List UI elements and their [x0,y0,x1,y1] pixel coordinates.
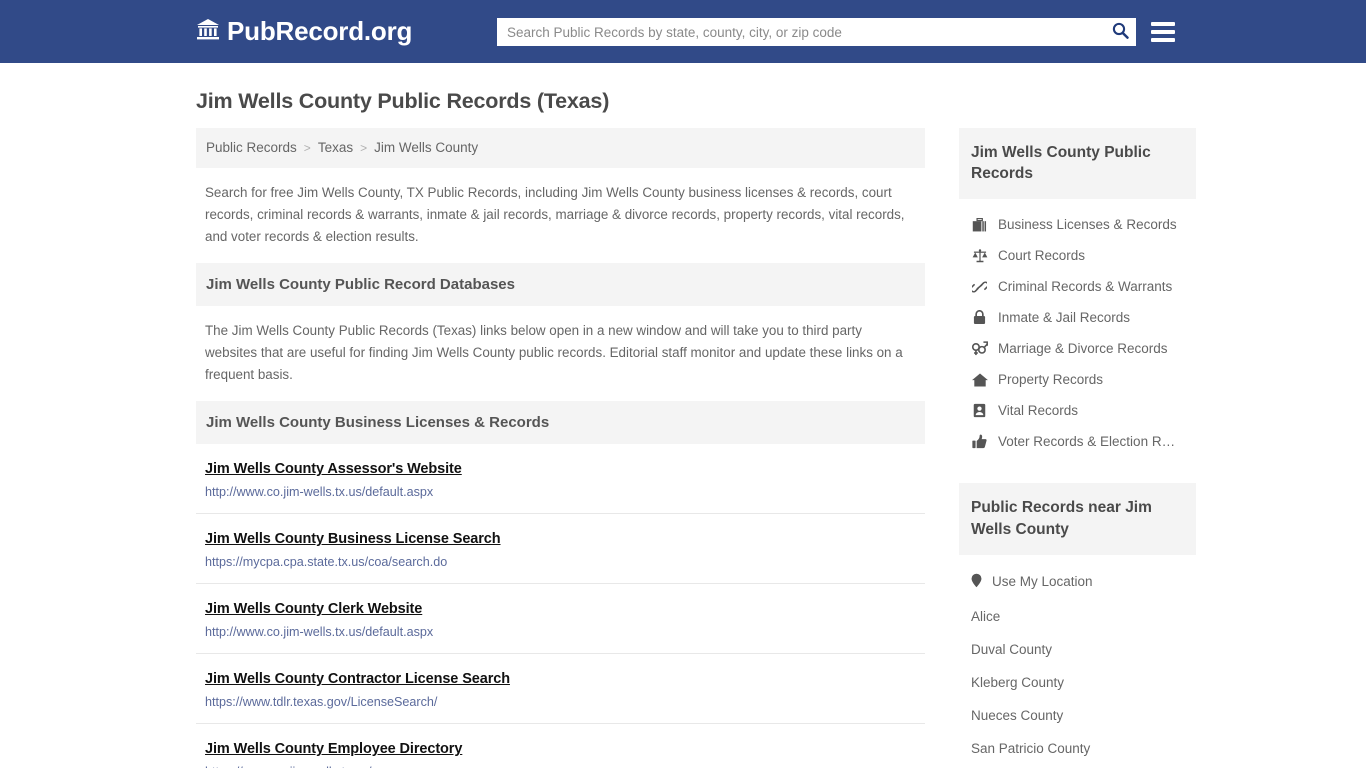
page-title: Jim Wells County Public Records (Texas) [196,89,610,113]
lock-icon [971,310,988,325]
use-my-location-label: Use My Location [992,574,1093,590]
sidebar-item-label: Court Records [998,248,1086,264]
sidebar-item-voter-records[interactable]: Voter Records & Election R… [959,426,1196,457]
record-link-title[interactable]: Jim Wells County Assessor's Website [205,461,462,477]
sidebar-records-heading: Jim Wells County Public Records [959,128,1196,200]
home-icon [971,373,988,387]
sidebar-item-label: Marriage & Divorce Records [998,341,1168,357]
record-link-title[interactable]: Jim Wells County Employee Directory [205,741,462,757]
thumbs-up-icon [971,434,988,449]
search-button[interactable] [1104,18,1136,46]
sidebar-item-property-records[interactable]: Property Records [959,364,1196,395]
sidebar-item-inmate-jail-records[interactable]: Inmate & Jail Records [959,302,1196,333]
breadcrumb: Public Records > Texas > Jim Wells Count… [196,128,925,169]
sidebar-item-label: Business Licenses & Records [998,217,1177,233]
record-link-url: http://www.co.jim-wells.tx.us/default.as… [205,485,434,500]
databases-section-heading: Jim Wells County Public Record Databases [196,263,925,307]
nearby-item-san-patricio-county[interactable]: San Patricio County [959,732,1196,765]
databases-description: The Jim Wells County Public Records (Tex… [205,323,903,382]
venus-mars-icon [971,341,988,356]
sidebar: Jim Wells County Public Records Business… [959,128,1196,765]
sidebar-records-list: Business Licenses & Records Court Record… [959,199,1196,461]
nearby-item-label: San Patricio County [971,740,1091,756]
bank-icon [196,18,220,46]
sidebar-nearby-list: Use My Location Alice Duval County Klebe… [959,555,1196,765]
id-badge-icon [971,403,988,418]
hamburger-menu-icon [1151,22,1175,26]
hamburger-menu-button[interactable] [1150,18,1176,46]
hamburger-menu-icon-bar2 [1151,30,1175,34]
record-link-title[interactable]: Jim Wells County Business License Search [205,531,501,547]
scales-of-justice-icon [971,249,988,263]
breadcrumb-separator-2: > [360,140,368,155]
record-link-title[interactable]: Jim Wells County Contractor License Sear… [205,671,510,687]
main-content: Public Records > Texas > Jim Wells Count… [196,128,925,768]
list-item: Jim Wells County Clerk Website http://ww… [196,584,925,655]
breadcrumb-item-public-records[interactable]: Public Records [206,140,297,156]
nearby-item-alice[interactable]: Alice [959,600,1196,633]
nearby-item-label: Duval County [971,641,1053,657]
nearby-item-nueces-county[interactable]: Nueces County [959,699,1196,732]
search-icon [1112,22,1129,42]
sidebar-item-label: Property Records [998,372,1104,388]
site-logo-link[interactable]: PubRecord.org [196,16,412,47]
sidebar-item-court-records[interactable]: Court Records [959,240,1196,271]
record-link-url: https://www.tdlr.texas.gov/LicenseSearch… [205,695,438,710]
intro-paragraph: Search for free Jim Wells County, TX Pub… [205,185,905,244]
list-item: Jim Wells County Business License Search… [196,514,925,585]
search-bar [497,18,1136,46]
site-header: PubRecord.org [0,0,1366,63]
business-section-heading: Jim Wells County Business Licenses & Rec… [196,401,925,445]
sidebar-item-criminal-records[interactable]: Criminal Records & Warrants [959,271,1196,302]
nearby-item-duval-county[interactable]: Duval County [959,633,1196,666]
search-input[interactable] [497,18,1104,46]
hamburger-menu-icon-bar3 [1151,38,1175,42]
nearby-item-label: Nueces County [971,707,1064,723]
nearby-item-kleberg-county[interactable]: Kleberg County [959,666,1196,699]
nearby-item-label: Kleberg County [971,674,1065,690]
map-pin-icon [971,573,982,591]
sidebar-item-label: Inmate & Jail Records [998,310,1131,326]
breadcrumb-separator: > [303,140,311,155]
sidebar-item-label: Criminal Records & Warrants [998,279,1173,295]
brand-name: PubRecord.org [227,16,413,46]
record-link-url: http://www.co.jim-wells.tx.us/default.as… [205,625,434,640]
use-my-location-button[interactable]: Use My Location [959,564,1196,600]
sidebar-item-label: Vital Records [998,403,1079,419]
sidebar-item-business-licenses[interactable]: Business Licenses & Records [959,209,1196,240]
page-body: Jim Wells County Public Records (Texas) … [0,89,1366,768]
record-link-title[interactable]: Jim Wells County Clerk Website [205,601,422,617]
sidebar-nearby-heading: Public Records near Jim Wells County [959,483,1196,555]
handcuffs-icon [971,280,988,294]
nearby-item-label: Alice [971,608,1001,624]
breadcrumb-item-current: Jim Wells County [374,140,479,155]
record-link-url: https://mycpa.cpa.state.tx.us/coa/search… [205,555,448,570]
breadcrumb-item-texas[interactable]: Texas [318,140,353,156]
list-item: Jim Wells County Contractor License Sear… [196,654,925,725]
list-item: Jim Wells County Employee Directory http… [196,724,925,768]
briefcase-icon [971,217,988,232]
sidebar-item-label: Voter Records & Election R… [998,434,1176,450]
sidebar-item-vital-records[interactable]: Vital Records [959,395,1196,426]
sidebar-item-marriage-divorce-records[interactable]: Marriage & Divorce Records [959,333,1196,364]
list-item: Jim Wells County Assessor's Website http… [196,444,925,515]
